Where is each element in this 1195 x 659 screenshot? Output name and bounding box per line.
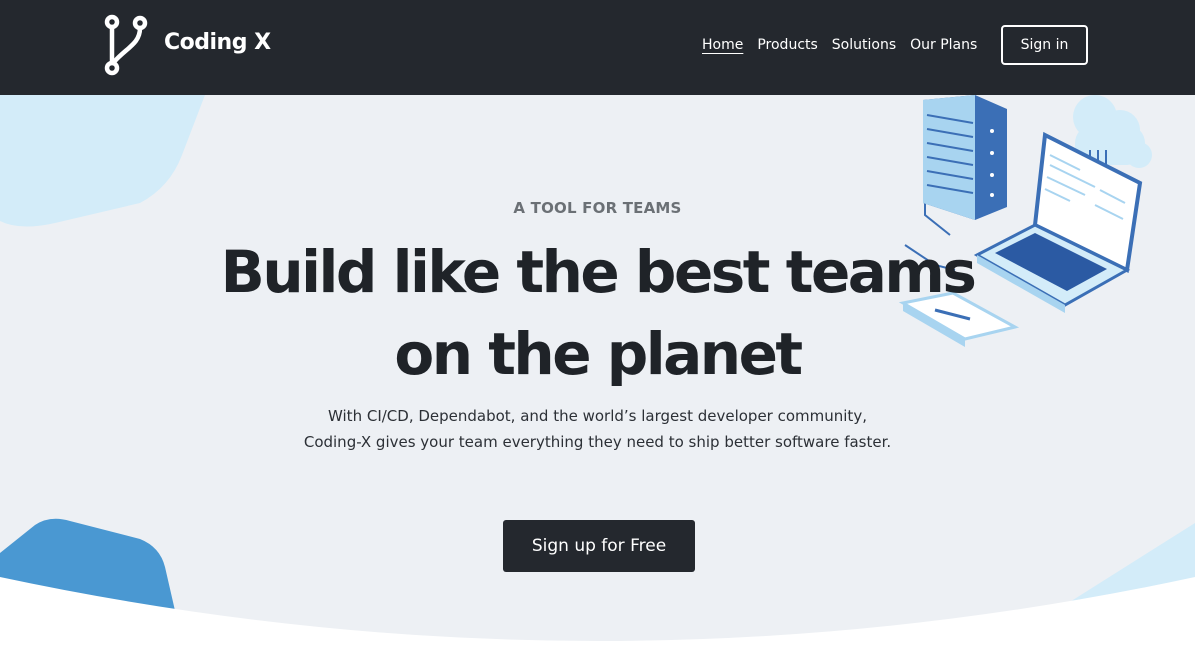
main-nav: Home Products Solutions Our Plans <box>702 36 977 54</box>
hero-section: A TOOL FOR TEAMS Build like the best tea… <box>0 95 1195 659</box>
headline-line-2: on the planet <box>394 320 803 388</box>
git-branch-logo-icon[interactable] <box>104 14 148 76</box>
sign-in-button[interactable]: Sign in <box>1001 25 1088 65</box>
subtitle-line-1: With CI/CD, Dependabot, and the world’s … <box>328 407 867 425</box>
sign-up-free-button[interactable]: Sign up for Free <box>503 520 695 572</box>
nav-solutions-link[interactable]: Solutions <box>832 36 896 54</box>
subtitle-line-2: Coding-X gives your team everything they… <box>303 433 892 451</box>
hero-headline: Build like the best teams on the planet <box>150 231 1045 395</box>
hero-subtitle: With CI/CD, Dependabot, and the world’s … <box>200 403 995 455</box>
brand-name[interactable]: Coding X <box>164 30 271 55</box>
nav-plans-link[interactable]: Our Plans <box>910 36 977 54</box>
nav-home-link[interactable]: Home <box>702 36 743 54</box>
headline-line-1: Build like the best teams <box>220 238 977 306</box>
nav-products-link[interactable]: Products <box>757 36 817 54</box>
site-header: Coding X Home Products Solutions Our Pla… <box>0 0 1195 95</box>
hero-eyebrow: A TOOL FOR TEAMS <box>513 199 682 217</box>
